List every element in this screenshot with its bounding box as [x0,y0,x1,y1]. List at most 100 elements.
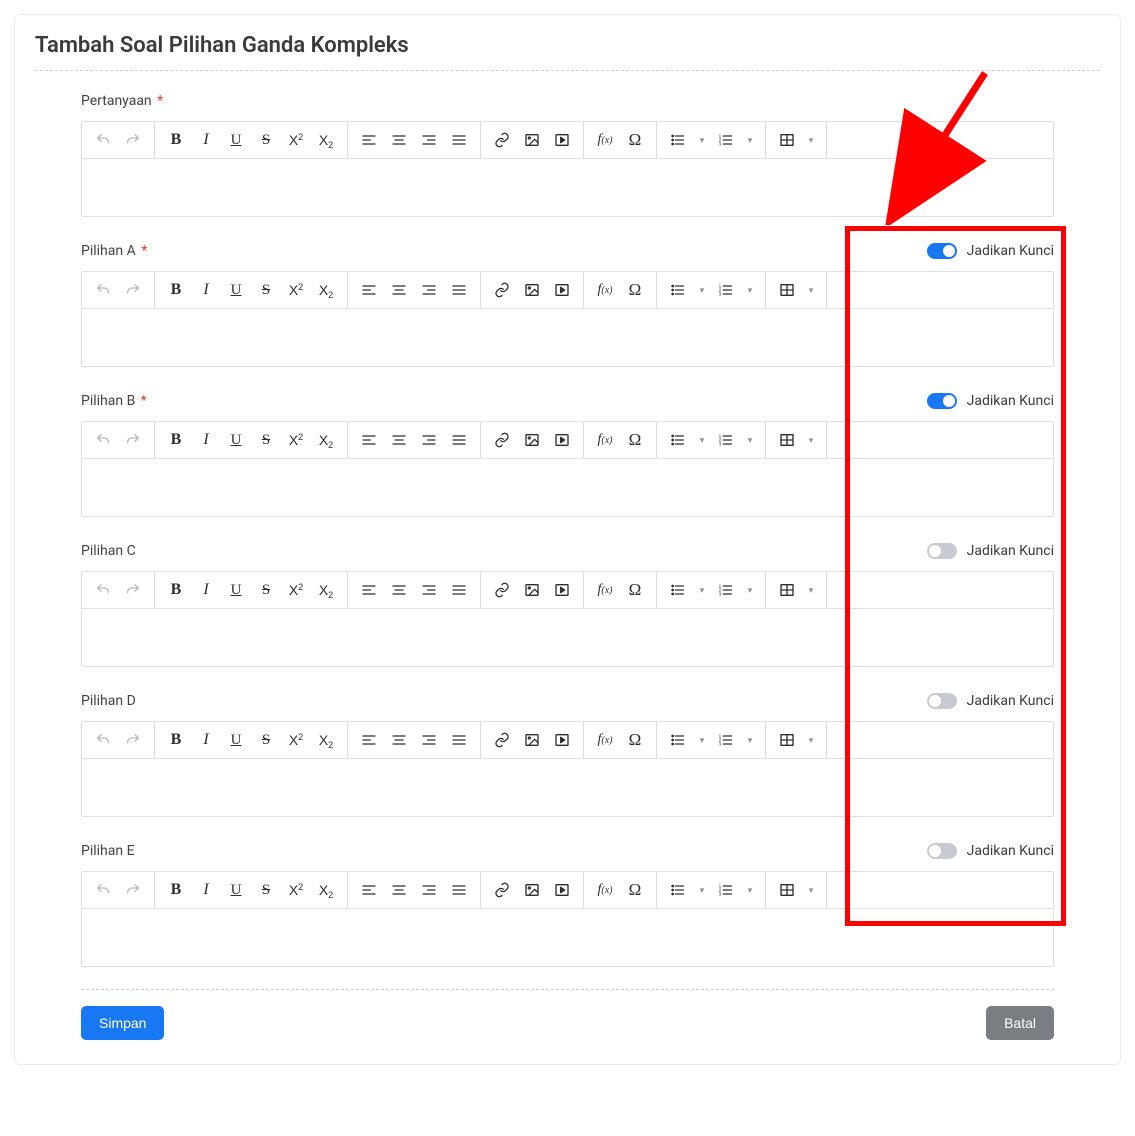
table-icon[interactable] [772,126,802,154]
symbol-icon[interactable]: Ω [620,426,650,454]
align-left-icon[interactable] [354,426,384,454]
bold-icon[interactable]: B [161,276,191,304]
strikethrough-icon[interactable]: S [251,726,281,754]
ordered-list-icon[interactable]: 123 [711,876,741,904]
subscript-icon[interactable]: X2 [311,576,341,604]
align-right-icon[interactable] [414,576,444,604]
save-button[interactable]: Simpan [81,1006,164,1040]
superscript-icon[interactable]: X2 [281,876,311,904]
video-icon[interactable] [547,726,577,754]
image-icon[interactable] [517,726,547,754]
align-left-icon[interactable] [354,876,384,904]
align-right-icon[interactable] [414,276,444,304]
italic-icon[interactable]: I [191,876,221,904]
redo-icon[interactable] [118,876,148,904]
strikethrough-icon[interactable]: S [251,426,281,454]
subscript-icon[interactable]: X2 [311,426,341,454]
video-icon[interactable] [547,576,577,604]
unordered-list-icon[interactable] [663,126,693,154]
align-right-icon[interactable] [414,426,444,454]
video-icon[interactable] [547,426,577,454]
editor-content[interactable] [82,609,1053,666]
table-icon[interactable] [772,276,802,304]
superscript-icon[interactable]: X2 [281,126,311,154]
math-icon[interactable]: f(x) [590,576,620,604]
italic-icon[interactable]: I [191,126,221,154]
align-center-icon[interactable] [384,126,414,154]
undo-icon[interactable] [88,726,118,754]
ol-caret-icon[interactable]: ▾ [741,576,759,604]
underline-icon[interactable]: U [221,726,251,754]
ul-caret-icon[interactable]: ▾ [693,576,711,604]
math-icon[interactable]: f(x) [590,126,620,154]
link-icon[interactable] [487,876,517,904]
superscript-icon[interactable]: X2 [281,576,311,604]
bold-icon[interactable]: B [161,576,191,604]
editor-content[interactable] [82,159,1053,216]
italic-icon[interactable]: I [191,576,221,604]
image-icon[interactable] [517,426,547,454]
superscript-icon[interactable]: X2 [281,276,311,304]
link-icon[interactable] [487,726,517,754]
video-icon[interactable] [547,876,577,904]
align-left-icon[interactable] [354,126,384,154]
symbol-icon[interactable]: Ω [620,576,650,604]
video-icon[interactable] [547,276,577,304]
strikethrough-icon[interactable]: S [251,276,281,304]
editor-content[interactable] [82,459,1053,516]
symbol-icon[interactable]: Ω [620,876,650,904]
align-left-icon[interactable] [354,576,384,604]
ol-caret-icon[interactable]: ▾ [741,276,759,304]
align-center-icon[interactable] [384,726,414,754]
ul-caret-icon[interactable]: ▾ [693,126,711,154]
key-toggle[interactable] [927,243,957,259]
bold-icon[interactable]: B [161,426,191,454]
subscript-icon[interactable]: X2 [311,726,341,754]
editor-content[interactable] [82,309,1053,366]
link-icon[interactable] [487,276,517,304]
underline-icon[interactable]: U [221,576,251,604]
superscript-icon[interactable]: X2 [281,726,311,754]
table-caret-icon[interactable]: ▾ [802,126,820,154]
ul-caret-icon[interactable]: ▾ [693,426,711,454]
align-justify-icon[interactable] [444,276,474,304]
table-caret-icon[interactable]: ▾ [802,726,820,754]
underline-icon[interactable]: U [221,276,251,304]
ol-caret-icon[interactable]: ▾ [741,426,759,454]
ul-caret-icon[interactable]: ▾ [693,726,711,754]
unordered-list-icon[interactable] [663,876,693,904]
unordered-list-icon[interactable] [663,276,693,304]
editor-content[interactable] [82,909,1053,966]
italic-icon[interactable]: I [191,276,221,304]
align-center-icon[interactable] [384,576,414,604]
strikethrough-icon[interactable]: S [251,126,281,154]
key-toggle[interactable] [927,693,957,709]
link-icon[interactable] [487,426,517,454]
redo-icon[interactable] [118,426,148,454]
strikethrough-icon[interactable]: S [251,876,281,904]
underline-icon[interactable]: U [221,876,251,904]
editor-content[interactable] [82,759,1053,816]
image-icon[interactable] [517,126,547,154]
image-icon[interactable] [517,876,547,904]
italic-icon[interactable]: I [191,426,221,454]
strikethrough-icon[interactable]: S [251,576,281,604]
math-icon[interactable]: f(x) [590,876,620,904]
key-toggle[interactable] [927,843,957,859]
subscript-icon[interactable]: X2 [311,876,341,904]
redo-icon[interactable] [118,726,148,754]
align-justify-icon[interactable] [444,876,474,904]
align-left-icon[interactable] [354,276,384,304]
symbol-icon[interactable]: Ω [620,726,650,754]
symbol-icon[interactable]: Ω [620,276,650,304]
table-icon[interactable] [772,726,802,754]
align-justify-icon[interactable] [444,726,474,754]
key-toggle[interactable] [927,393,957,409]
image-icon[interactable] [517,576,547,604]
undo-icon[interactable] [88,576,118,604]
redo-icon[interactable] [118,276,148,304]
bold-icon[interactable]: B [161,876,191,904]
link-icon[interactable] [487,576,517,604]
ol-caret-icon[interactable]: ▾ [741,126,759,154]
align-justify-icon[interactable] [444,576,474,604]
